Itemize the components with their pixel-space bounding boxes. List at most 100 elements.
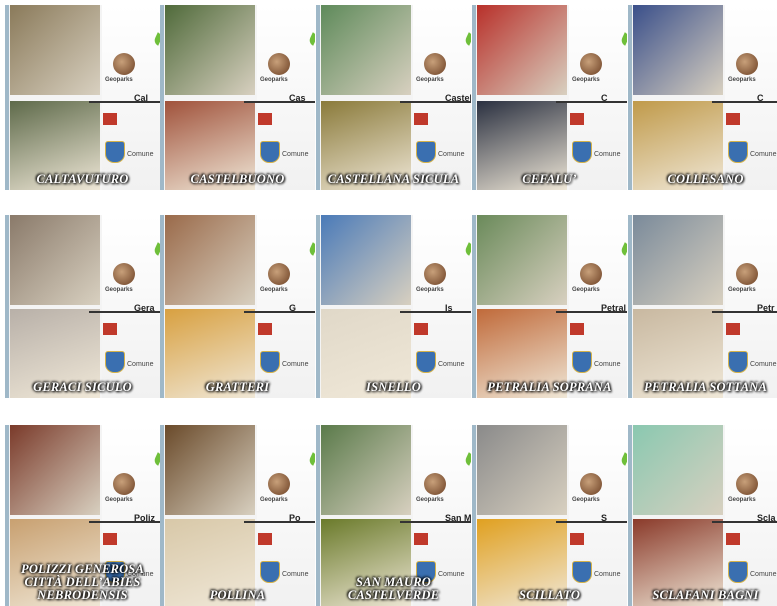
geoparks-label: Geoparks xyxy=(416,77,444,83)
geoparks-label: Geoparks xyxy=(105,287,133,293)
flag-badge-icon xyxy=(258,113,272,125)
geoparks-logo-icon xyxy=(268,473,290,495)
town-name: SAN MAURO CASTELVERDE xyxy=(347,575,440,602)
crest-icon xyxy=(260,351,280,373)
town-tag-label: San Mau xyxy=(445,513,471,523)
town-tile[interactable]: Geoparks Petral Comune PETRALIA SOPRANA xyxy=(472,215,627,398)
town-tile[interactable]: Geoparks S Comune SCILLATO xyxy=(472,425,627,606)
comune-label: Comune xyxy=(127,361,154,368)
town-tile[interactable]: Geoparks Scla Comune SCLAFANI BAGNI xyxy=(628,425,777,606)
crest-icon xyxy=(105,351,125,373)
geoparks-label: Geoparks xyxy=(728,497,756,503)
geoparks-logo-icon xyxy=(424,53,446,75)
town-tile[interactable]: GeoparksSan MauComuneSAN MAURO CASTELVER… xyxy=(316,425,471,606)
town-tile[interactable]: Geoparks Petr Comune PETRALIA SOTTANA xyxy=(628,215,777,398)
town-photo-top xyxy=(10,215,100,305)
flag-badge-icon xyxy=(726,113,740,125)
town-tag-label: Scla xyxy=(757,513,776,523)
town-tile[interactable]: Geoparks Po Comune POLLINA xyxy=(160,425,315,606)
town-tag-label: Petr xyxy=(757,303,775,313)
divider xyxy=(556,521,627,523)
geoparks-logo-icon xyxy=(580,263,602,285)
town-tag-label: G xyxy=(289,303,297,313)
divider xyxy=(89,101,160,103)
town-tile[interactable]: Geoparks Cal Comune CALTAVUTURO xyxy=(5,5,160,190)
town-name: PETRALIA SOPRANA xyxy=(487,380,612,394)
town-name: CASTELBUONO xyxy=(190,172,285,186)
crest-icon xyxy=(572,351,592,373)
flag-badge-icon xyxy=(570,323,584,335)
comune-label: Comune xyxy=(127,151,154,158)
town-tile[interactable]: Geoparks C Comune CEFALU’ xyxy=(472,5,627,190)
crest-icon xyxy=(416,141,436,163)
town-tile[interactable]: Geoparks Gera Comune GERACI SICULO xyxy=(5,215,160,398)
flag-badge-icon xyxy=(726,323,740,335)
edge-strip xyxy=(472,425,476,606)
town-name: CEFALU’ xyxy=(522,172,577,186)
town-name: SCILLATO xyxy=(518,588,581,602)
flag-badge-icon xyxy=(726,533,740,545)
divider xyxy=(400,311,471,313)
town-tag-label: Cas xyxy=(289,93,306,103)
geoparks-label: Geoparks xyxy=(572,287,600,293)
comune-label: Comune xyxy=(282,361,309,368)
comune-label: Comune xyxy=(594,571,621,578)
geoparks-logo-icon xyxy=(736,473,758,495)
geoparks-logo-icon xyxy=(580,473,602,495)
town-tile[interactable]: Geoparks Cas Comune CASTELBUONO xyxy=(160,5,315,190)
comune-label: Comune xyxy=(750,571,777,578)
crest-icon xyxy=(260,141,280,163)
town-name: CALTAVUTURO xyxy=(36,172,129,186)
town-tile[interactable]: Geoparks Poliz Comune POLIZZI GENEROSA CITT… xyxy=(5,425,160,606)
flag-badge-icon xyxy=(570,113,584,125)
crest-icon xyxy=(728,561,748,583)
edge-strip xyxy=(628,425,632,606)
flag-badge-icon xyxy=(103,113,117,125)
edge-strip xyxy=(316,215,320,398)
crest-icon xyxy=(260,561,280,583)
comune-label: Comune xyxy=(438,151,465,158)
town-name: CASTELLANA SICULA xyxy=(327,172,460,186)
town-photo-top xyxy=(321,5,411,95)
town-tile[interactable]: Geoparks G Comune GRATTERI xyxy=(160,215,315,398)
crest-icon xyxy=(728,351,748,373)
divider xyxy=(556,101,627,103)
geoparks-logo-icon xyxy=(268,263,290,285)
town-tile[interactable]: Geoparks Castel Comune CASTELLANA SICULA xyxy=(316,5,471,190)
town-photo-top xyxy=(477,5,567,95)
town-grid: Geoparks Cal Comune CALTAVUTURO Geoparks Cas C… xyxy=(0,0,777,606)
town-name: GRATTERI xyxy=(205,380,270,394)
town-tile[interactable]: Geoparks C Comune COLLESANO xyxy=(628,5,777,190)
town-photo-top xyxy=(321,425,411,515)
town-name: GERACI SICULO xyxy=(33,380,132,394)
edge-strip xyxy=(160,215,164,398)
edge-strip xyxy=(628,5,632,190)
geoparks-label: Geoparks xyxy=(572,497,600,503)
divider xyxy=(244,311,315,313)
town-name: ISNELLO xyxy=(366,380,421,394)
town-tile[interactable]: Geoparks Is Comune ISNELLO xyxy=(316,215,471,398)
geoparks-logo-icon xyxy=(113,473,135,495)
town-tag-label: C xyxy=(757,93,764,103)
town-tag-label: Po xyxy=(289,513,301,523)
divider xyxy=(712,101,777,103)
geoparks-label: Geoparks xyxy=(728,287,756,293)
geoparks-label: Geoparks xyxy=(105,77,133,83)
flag-badge-icon xyxy=(258,323,272,335)
edge-strip xyxy=(472,215,476,398)
edge-strip xyxy=(472,5,476,190)
geoparks-logo-icon xyxy=(268,53,290,75)
comune-label: Comune xyxy=(282,151,309,158)
divider xyxy=(244,521,315,523)
flag-badge-icon xyxy=(570,533,584,545)
geoparks-label: Geoparks xyxy=(105,497,133,503)
town-name: PETRALIA SOTTANA xyxy=(643,380,768,394)
town-name: SCLAFANI BAGNI xyxy=(652,588,759,602)
town-tag-label: Cal xyxy=(134,93,149,103)
town-photo-top xyxy=(633,425,723,515)
town-tag-label: Poliz xyxy=(134,513,156,523)
edge-strip xyxy=(316,5,320,190)
edge-strip xyxy=(160,425,164,606)
comune-label: Comune xyxy=(594,361,621,368)
edge-strip xyxy=(5,5,9,190)
